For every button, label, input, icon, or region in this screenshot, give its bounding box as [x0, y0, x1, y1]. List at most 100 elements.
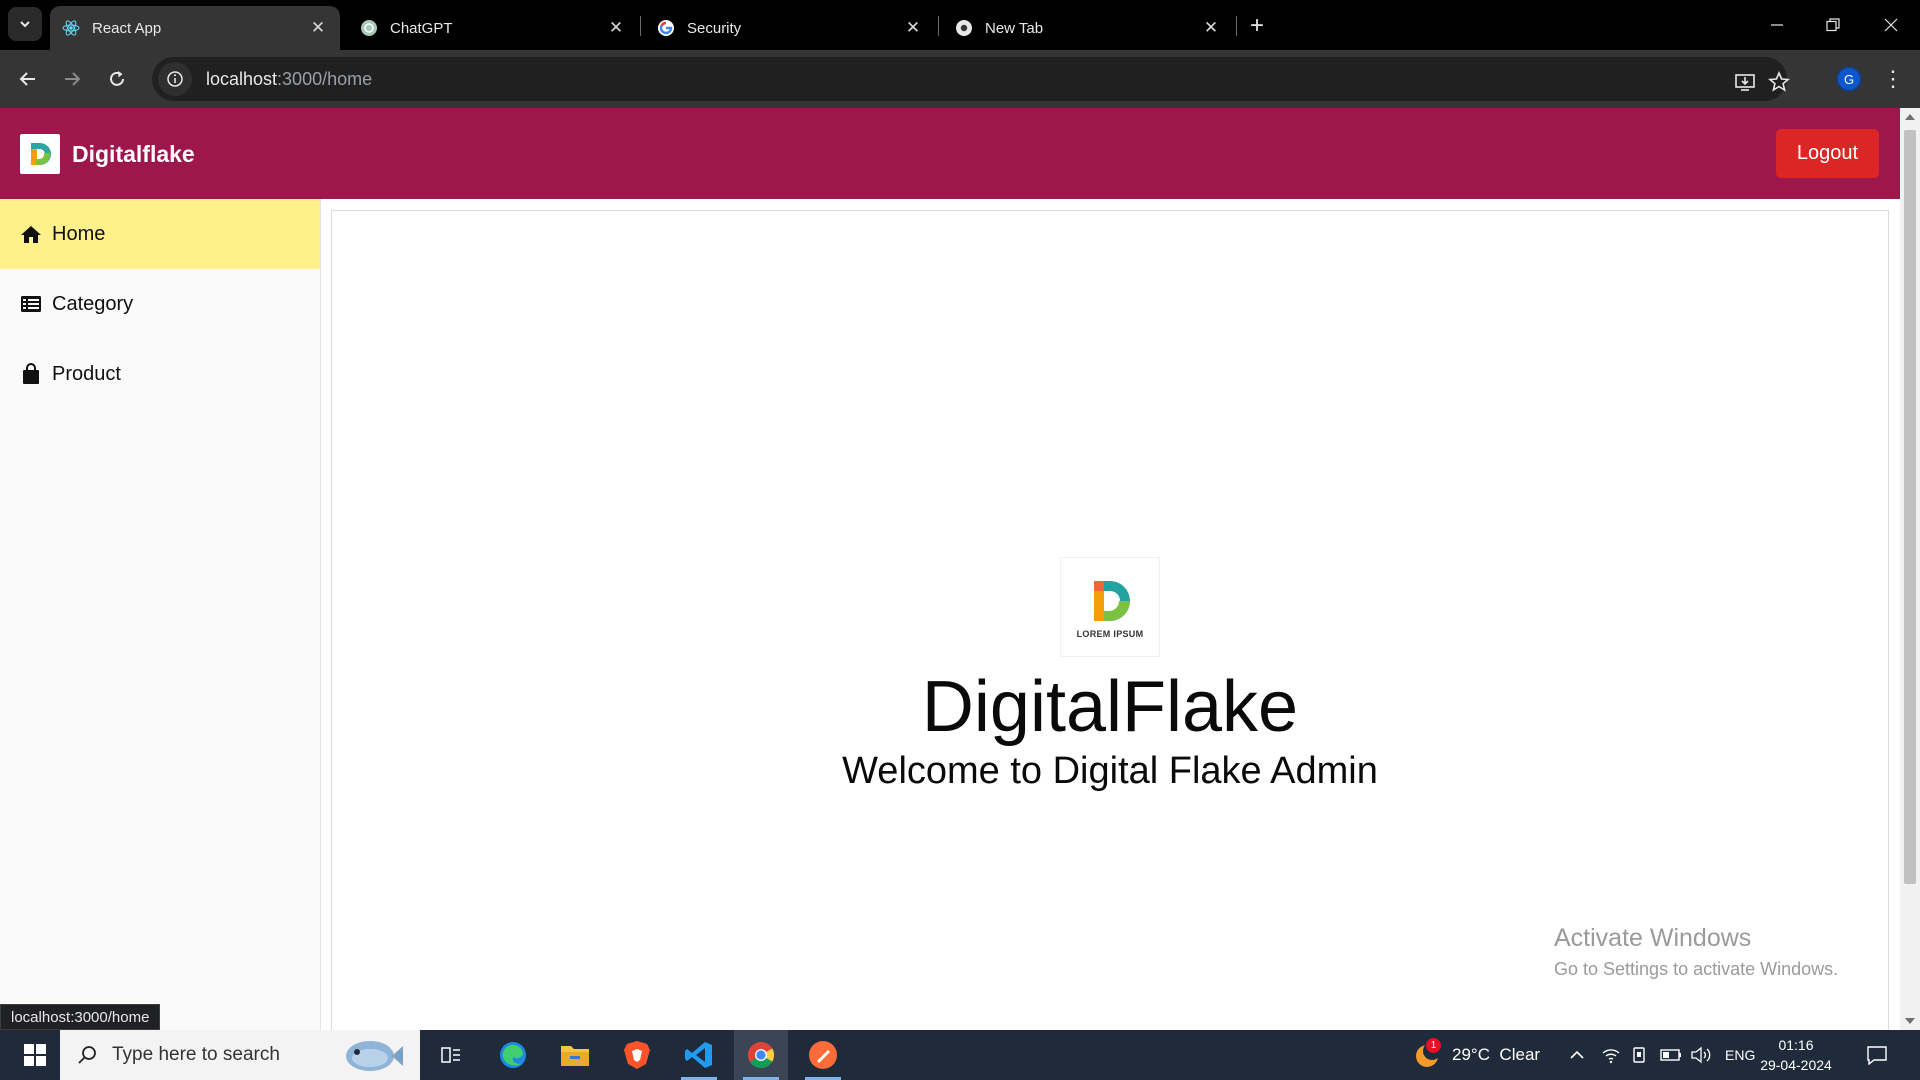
back-button[interactable]: [12, 63, 44, 95]
brand[interactable]: Digitalflake: [20, 134, 195, 174]
url-path: :3000/home: [277, 68, 373, 89]
chrome-icon: [748, 1042, 775, 1069]
task-view-icon: [441, 1047, 460, 1063]
close-icon[interactable]: ✕: [308, 18, 328, 38]
logo-mark-icon: [1094, 581, 1130, 621]
sidebar-item-label: Home: [52, 222, 106, 245]
taskbar-edge[interactable]: [486, 1030, 540, 1080]
minimize-button[interactable]: [1757, 10, 1797, 40]
taskbar-brave[interactable]: [610, 1030, 664, 1080]
forward-button[interactable]: [56, 63, 88, 95]
weather-text: 29°C Clear: [1452, 1045, 1541, 1064]
weather-badge: 1: [1426, 1038, 1441, 1053]
restore-icon: [1826, 18, 1840, 32]
address-bar[interactable]: localhost:3000/home: [152, 57, 1790, 101]
url-host: localhost: [206, 68, 278, 89]
watermark-title: Activate Windows: [1554, 924, 1752, 952]
close-icon[interactable]: ✕: [903, 18, 923, 38]
folder-icon: [561, 1046, 589, 1066]
url-text[interactable]: localhost:3000/home: [206, 69, 372, 90]
page-title: DigitalFlake: [921, 667, 1299, 747]
sidebar: Home Category Product: [0, 199, 321, 1030]
taskbar-postman[interactable]: [796, 1030, 850, 1080]
main-content: LOREM IPSUM DigitalFlake Welcome to Digi…: [331, 210, 1889, 1030]
battery-button[interactable]: [1660, 1030, 1682, 1080]
weather-widget[interactable]: 1 29°C Clear: [1412, 1030, 1540, 1080]
tab-new-tab[interactable]: New Tab ✕: [943, 6, 1233, 50]
search-highlight-fish-icon: [346, 1041, 403, 1071]
battery-icon: [1660, 1049, 1681, 1061]
taskbar-file-explorer[interactable]: [548, 1030, 602, 1080]
restore-button[interactable]: [1813, 10, 1853, 40]
profile-avatar[interactable]: G: [1836, 66, 1862, 92]
clock-time: 01:16: [1778, 1037, 1814, 1053]
scroll-up-icon[interactable]: [1905, 114, 1915, 120]
speaker-icon: [1691, 1046, 1711, 1064]
browser-tab-strip: React App ✕ ChatGPT ✕ Security ✕ New Tab…: [0, 0, 1920, 50]
brave-icon: [624, 1041, 650, 1069]
react-icon: [62, 19, 80, 37]
language-indicator[interactable]: ENG: [1725, 1030, 1755, 1080]
notification-center-button[interactable]: [1862, 1040, 1892, 1070]
tab-title: ChatGPT: [390, 19, 453, 37]
windows-logo-icon: [24, 1044, 46, 1066]
tab-title: Security: [687, 19, 742, 37]
app-header: Digitalflake Logout: [0, 108, 1900, 199]
notification-icon: [1867, 1046, 1887, 1065]
logout-button[interactable]: Logout: [1776, 129, 1879, 178]
tab-react-app[interactable]: React App ✕: [50, 6, 340, 50]
list-icon: [20, 293, 42, 315]
arrow-left-icon: [19, 72, 35, 86]
sidebar-item-label: Product: [52, 362, 121, 385]
meet-now-icon: [1633, 1047, 1645, 1063]
new-tab-button[interactable]: +: [1243, 12, 1271, 40]
menu-dots-icon[interactable]: ⋮: [1882, 63, 1904, 95]
company-logo: LOREM IPSUM: [1060, 557, 1160, 657]
scrollbar-thumb[interactable]: [1904, 130, 1916, 884]
chrome-icon: [955, 19, 973, 37]
reload-button[interactable]: [101, 63, 133, 95]
vscode-icon: [685, 1042, 712, 1068]
edge-icon: [500, 1042, 526, 1068]
page-viewport: Digitalflake Logout Home Category Produc…: [0, 108, 1920, 1030]
close-icon[interactable]: ✕: [606, 18, 626, 38]
sidebar-item-label: Category: [52, 292, 134, 315]
sidebar-item-home[interactable]: Home: [0, 199, 320, 269]
tab-title: New Tab: [985, 19, 1044, 37]
windows-taskbar: Type here to search 1 29°C Clear ENG 01:…: [0, 1030, 1920, 1080]
reload-icon: [110, 71, 124, 86]
plus-icon: +: [1249, 12, 1264, 39]
bookmark-star-icon[interactable]: [1766, 69, 1792, 95]
taskbar-clock[interactable]: 01:16 29-04-2024: [1760, 1035, 1832, 1075]
sidebar-item-category[interactable]: Category: [0, 269, 320, 339]
close-window-button[interactable]: [1871, 10, 1911, 40]
welcome-block: LOREM IPSUM DigitalFlake Welcome to Digi…: [332, 211, 1888, 793]
postman-icon: [809, 1041, 837, 1069]
close-icon[interactable]: ✕: [1201, 18, 1221, 38]
sidebar-item-product[interactable]: Product: [0, 339, 320, 409]
tab-separator: [938, 16, 939, 36]
volume-button[interactable]: [1690, 1030, 1712, 1080]
meet-now-button[interactable]: [1631, 1030, 1649, 1080]
taskbar-chrome[interactable]: [734, 1030, 788, 1080]
task-view-button[interactable]: [424, 1030, 478, 1080]
taskbar-vscode[interactable]: [672, 1030, 726, 1080]
tab-search-button[interactable]: [8, 7, 42, 41]
scroll-down-icon[interactable]: [1905, 1018, 1915, 1024]
network-button[interactable]: [1601, 1030, 1621, 1080]
chevron-down-icon: [20, 21, 30, 28]
tray-overflow-button[interactable]: [1568, 1030, 1586, 1080]
activate-windows-watermark: Activate Windows Go to Settings to activ…: [1554, 924, 1838, 980]
taskbar-search[interactable]: Type here to search: [60, 1030, 420, 1080]
search-icon: [78, 1046, 96, 1064]
brand-logo-icon: [20, 134, 60, 174]
site-info-icon[interactable]: [158, 62, 192, 96]
tab-chatgpt[interactable]: ChatGPT ✕: [348, 6, 638, 50]
start-button[interactable]: [10, 1030, 60, 1080]
install-app-icon[interactable]: [1732, 69, 1758, 95]
link-status-tooltip: localhost:3000/home: [0, 1004, 161, 1030]
tab-title: React App: [92, 19, 162, 37]
tab-security[interactable]: Security ✕: [645, 6, 935, 50]
page-scrollbar[interactable]: [1900, 108, 1920, 1030]
close-icon: [1884, 18, 1898, 32]
